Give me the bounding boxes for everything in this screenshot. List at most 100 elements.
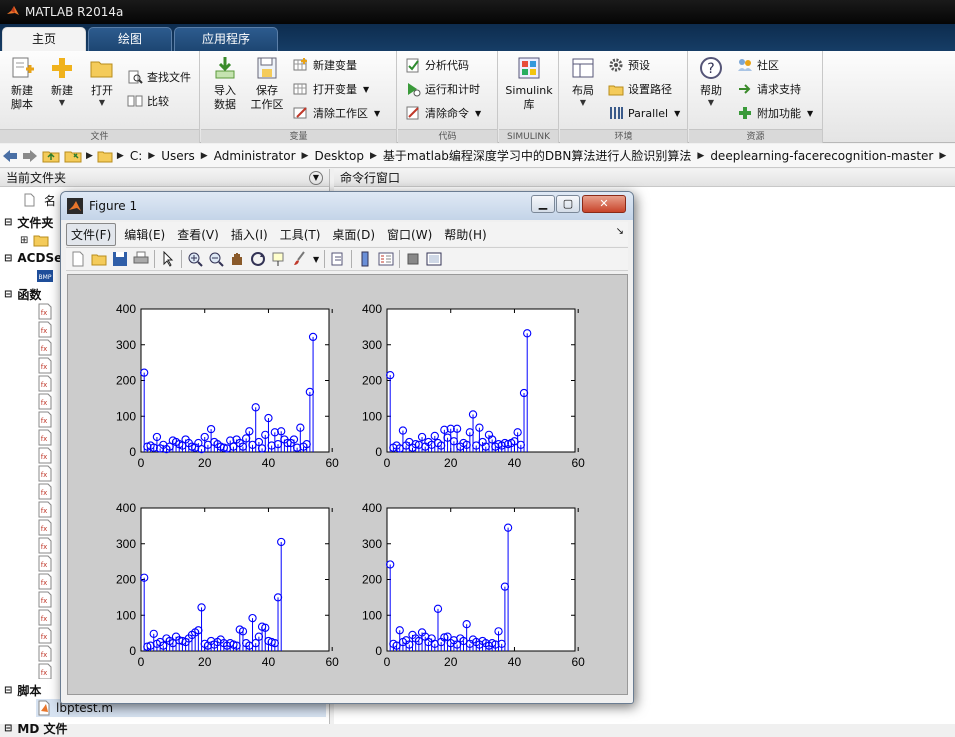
function-file-icon[interactable]: fx	[38, 357, 52, 374]
breadcrumb-item[interactable]: 基于matlab编程深度学习中的DBN算法进行人脸识别算法	[383, 147, 692, 164]
breadcrumb-item[interactable]: deeplearning-facerecognition-master	[710, 149, 933, 163]
open-button[interactable]: 打开 ▼	[84, 55, 120, 107]
group-functions[interactable]: ⊟ 函数	[4, 285, 41, 303]
function-file-icon[interactable]: fx	[38, 393, 52, 410]
function-file-icon[interactable]: fx	[38, 411, 52, 428]
brush-dropdown-icon[interactable]: ▼	[313, 255, 319, 264]
legend-icon[interactable]	[378, 251, 394, 267]
clear-workspace-button[interactable]: 清除工作区 ▼	[293, 103, 380, 123]
compare-button[interactable]: 比较	[127, 91, 169, 111]
folder-row[interactable]: ⊞	[20, 231, 49, 249]
function-file-icon[interactable]: fx	[38, 375, 52, 392]
new-script-button[interactable]: 新建 脚本	[4, 55, 40, 112]
community-button[interactable]: 社区	[737, 55, 779, 75]
back-button[interactable]	[2, 149, 18, 163]
save-workspace-button[interactable]: 保存 工作区	[247, 55, 287, 112]
up-folder-button[interactable]	[42, 149, 60, 163]
import-data-button[interactable]: 导入 数据	[205, 55, 245, 112]
open-variable-button[interactable]: 打开变量 ▼	[293, 79, 369, 99]
run-and-time-button[interactable]: 运行和计时	[405, 79, 480, 99]
group-acdsee[interactable]: ⊟ ACDSe	[4, 249, 62, 267]
rotate-3d-icon[interactable]	[250, 251, 266, 267]
function-file-icon[interactable]: fx	[38, 627, 52, 644]
group-mat[interactable]: ⊟ MD 文件	[4, 719, 67, 737]
tab-plots[interactable]: 绘图	[88, 27, 172, 51]
edit-plot-icon[interactable]	[160, 251, 176, 267]
colorbar-icon[interactable]	[357, 251, 373, 267]
simulink-library-button[interactable]: Simulink 库	[503, 55, 555, 112]
parallel-button[interactable]: Parallel ▼	[608, 103, 680, 123]
figure-window[interactable]: Figure 1 ▁ ▢ ✕ 文件(F) 编辑(E) 查看(V) 插入(I) 工…	[60, 191, 634, 704]
bmp-file-row[interactable]: BMP	[36, 267, 54, 285]
data-cursor-icon[interactable]	[271, 251, 287, 267]
pan-hand-icon[interactable]	[229, 251, 245, 267]
preferences-button[interactable]: 预设	[608, 55, 650, 75]
function-file-icon[interactable]: fx	[38, 465, 52, 482]
browse-folder-button[interactable]	[64, 149, 82, 163]
tab-apps[interactable]: 应用程序	[174, 27, 278, 51]
function-file-icon[interactable]: fx	[38, 591, 52, 608]
menu-insert[interactable]: 插入(I)	[227, 224, 272, 245]
find-files-button[interactable]: 查找文件	[127, 67, 191, 87]
breadcrumb-item[interactable]: Administrator	[214, 149, 296, 163]
close-button[interactable]: ✕	[582, 195, 626, 213]
set-path-button[interactable]: 设置路径	[608, 79, 672, 99]
new-variable-button[interactable]: 新建变量	[293, 55, 357, 75]
function-file-icon[interactable]: fx	[38, 303, 52, 320]
request-support-button[interactable]: 请求支持	[737, 79, 801, 99]
group-folders[interactable]: ⊟ 文件夹	[4, 213, 53, 231]
breadcrumb-item[interactable]: C:	[130, 149, 142, 163]
panel-menu-button[interactable]: ▼	[309, 171, 323, 185]
new-figure-icon[interactable]	[70, 251, 86, 267]
function-file-icon[interactable]: fx	[38, 537, 52, 554]
menu-help[interactable]: 帮助(H)	[440, 224, 490, 245]
show-plot-tools-icon[interactable]	[426, 251, 442, 267]
menu-file[interactable]: 文件(F)	[66, 222, 117, 246]
dock-arrow-icon[interactable]: ↘	[616, 226, 624, 237]
minimize-button[interactable]: ▁	[531, 195, 555, 213]
forward-button[interactable]	[22, 149, 38, 163]
function-file-icon[interactable]: fx	[38, 339, 52, 356]
maximize-button[interactable]: ▢	[556, 195, 580, 213]
function-file-icon[interactable]: fx	[38, 573, 52, 590]
menu-desktop[interactable]: 桌面(D)	[328, 224, 379, 245]
function-file-icon[interactable]: fx	[38, 429, 52, 446]
ribbon-section-code: 分析代码 运行和计时 清除命令 ▼ 代码	[398, 51, 498, 143]
function-file-icon[interactable]: fx	[38, 663, 52, 679]
menu-tools[interactable]: 工具(T)	[276, 224, 325, 245]
group-scripts[interactable]: ⊟ 脚本	[4, 681, 41, 699]
figure-titlebar[interactable]: Figure 1 ▁ ▢ ✕	[61, 192, 633, 220]
link-plot-icon[interactable]	[330, 251, 346, 267]
tab-home[interactable]: 主页	[2, 27, 86, 51]
column-header-name[interactable]: 名	[22, 191, 56, 209]
function-file-icon[interactable]: fx	[38, 609, 52, 626]
zoom-out-icon[interactable]	[208, 251, 224, 267]
new-button[interactable]: 新建 ▼	[44, 55, 80, 107]
y-tick-label: 100	[116, 409, 136, 423]
clear-commands-button[interactable]: 清除命令 ▼	[405, 103, 481, 123]
function-file-icon[interactable]: fx	[38, 321, 52, 338]
brush-icon[interactable]	[292, 251, 308, 267]
function-file-icon[interactable]: fx	[38, 519, 52, 536]
layout-button[interactable]: 布局 ▼	[564, 55, 602, 107]
menu-view[interactable]: 查看(V)	[173, 224, 223, 245]
save-icon[interactable]	[112, 251, 128, 267]
zoom-in-icon[interactable]	[187, 251, 203, 267]
function-file-icon[interactable]: fx	[38, 645, 52, 662]
function-file-icon[interactable]: fx	[38, 483, 52, 500]
breadcrumb-item[interactable]: Users	[161, 149, 195, 163]
hide-plot-tools-icon[interactable]	[405, 251, 421, 267]
expand-icon: ⊞	[20, 234, 29, 246]
help-button[interactable]: ? 帮助 ▼	[693, 55, 729, 107]
function-file-icon[interactable]: fx	[38, 447, 52, 464]
open-file-icon[interactable]	[91, 251, 107, 267]
analyze-code-button[interactable]: 分析代码	[405, 55, 469, 75]
function-file-icon[interactable]: fx	[38, 501, 52, 518]
x-tick-label: 40	[508, 655, 522, 669]
addons-button[interactable]: 附加功能 ▼	[737, 103, 813, 123]
breadcrumb-item[interactable]: Desktop	[314, 149, 364, 163]
function-file-icon[interactable]: fx	[38, 555, 52, 572]
menu-edit[interactable]: 编辑(E)	[120, 224, 169, 245]
menu-window[interactable]: 窗口(W)	[383, 224, 436, 245]
print-icon[interactable]	[133, 251, 149, 267]
